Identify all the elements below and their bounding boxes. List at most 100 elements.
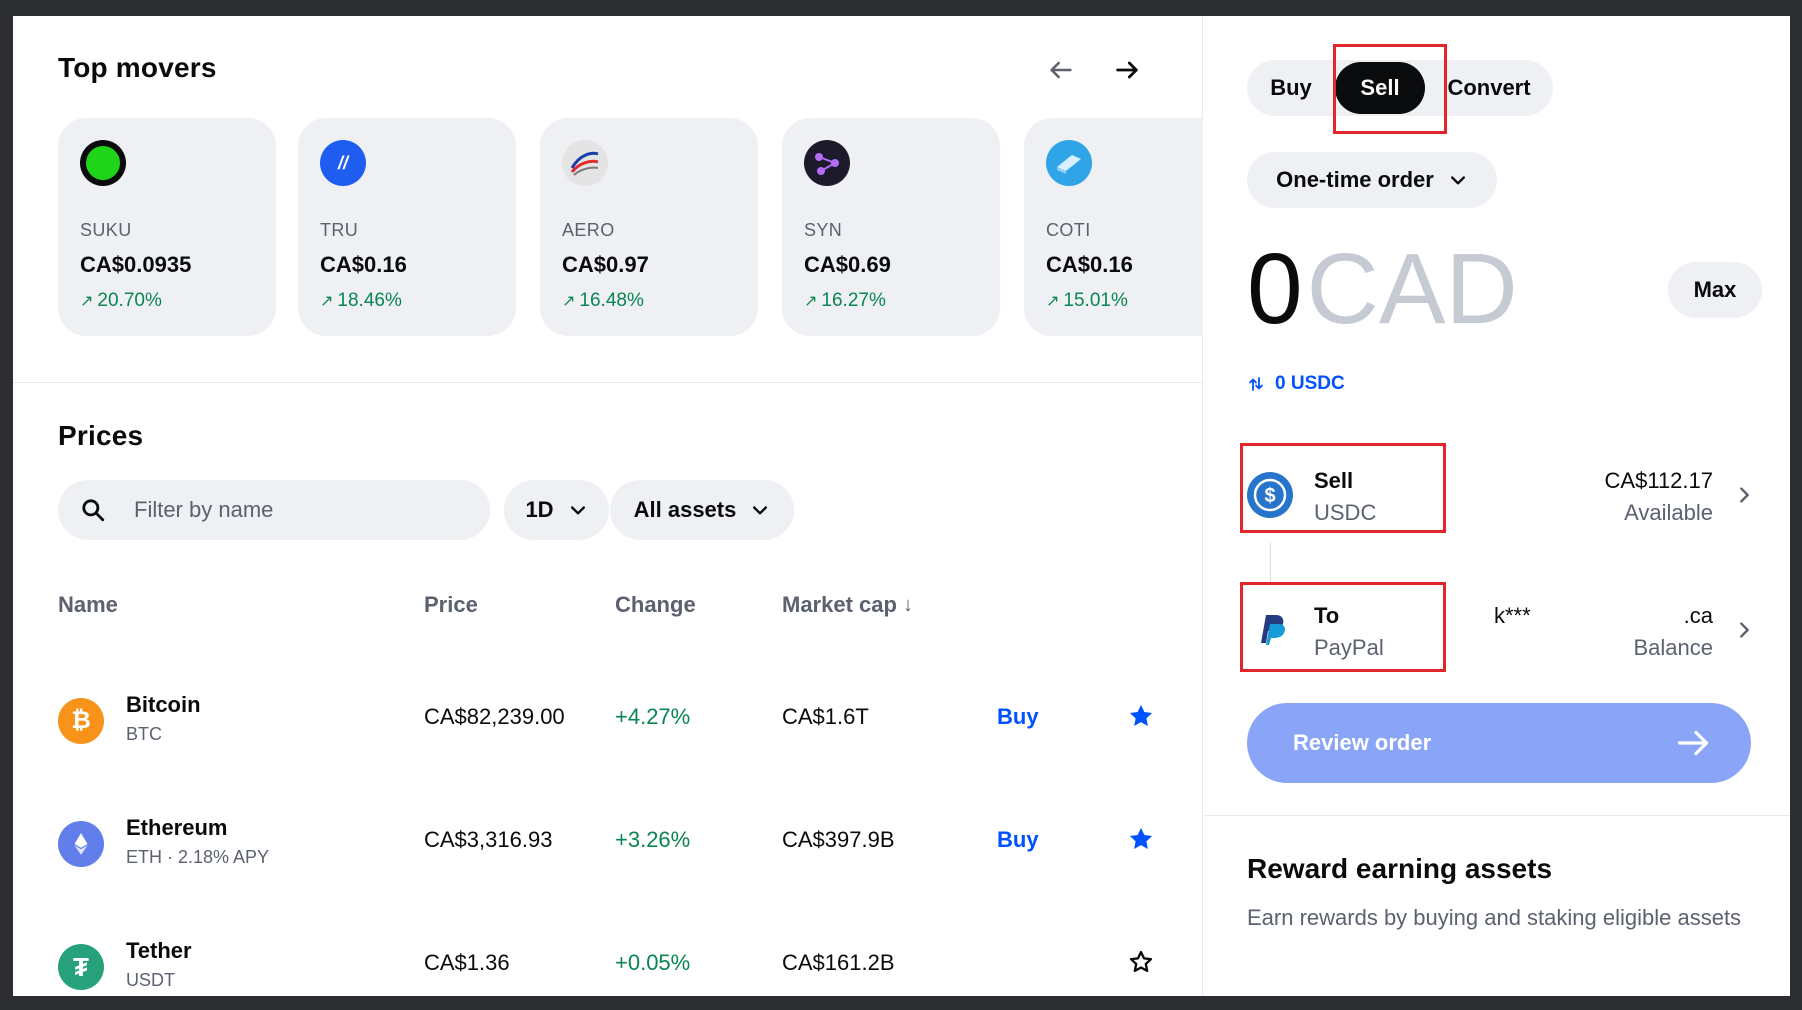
order-type-dropdown[interactable]: One-time order <box>1247 152 1497 208</box>
buy-link[interactable]: Buy <box>997 827 1039 853</box>
destination-account-masked: k*** <box>1494 603 1531 628</box>
svg-text:$: $ <box>1264 485 1275 507</box>
table-row[interactable]: Ethereum ETH · 2.18% APY CA$3,316.93 +3.… <box>13 781 1203 901</box>
trade-mode-toggle: Buy Sell Convert <box>1247 60 1553 116</box>
movers-next-button[interactable] <box>1107 50 1147 90</box>
mover-card[interactable]: SYN CA$0.69 ↗ 16.27% <box>782 118 1000 336</box>
asset-filter-dropdown[interactable]: All assets <box>610 480 794 540</box>
top-movers-title: Top movers <box>58 52 217 83</box>
asset-price: CA$1.36 <box>424 950 510 975</box>
sort-down-icon: ↓ <box>902 593 913 616</box>
mover-change-value: 16.48% <box>579 290 644 311</box>
chevron-down-icon <box>753 506 768 515</box>
search-input[interactable] <box>134 497 464 523</box>
mover-change-value: 16.27% <box>821 290 886 311</box>
timeframe-dropdown[interactable]: 1D <box>504 480 609 540</box>
mover-change: ↗ 20.70% <box>80 290 162 312</box>
chevron-down-icon <box>570 506 585 515</box>
amount-value: 0 <box>1247 233 1303 345</box>
asset-ticker: ETH · 2.18% APY <box>126 847 270 867</box>
star-filled-icon[interactable] <box>1127 702 1155 730</box>
tab-sell[interactable]: Sell <box>1335 62 1425 114</box>
connector-line <box>1270 543 1271 583</box>
asset-ticker: BTC <box>126 724 162 744</box>
star-filled-icon[interactable] <box>1127 825 1155 853</box>
column-header-change[interactable]: Change <box>615 592 696 618</box>
aero-coin-icon <box>562 140 608 186</box>
asset-name: Bitcoin <box>126 692 201 717</box>
mover-price: CA$0.97 <box>562 252 649 277</box>
review-order-button[interactable]: Review order <box>1247 703 1751 783</box>
destination-title: To <box>1314 603 1340 628</box>
asset-ticker: USDT <box>126 970 175 990</box>
rewards-title: Reward earning assets <box>1247 853 1553 884</box>
tab-buy[interactable]: Buy <box>1247 60 1335 116</box>
mover-card[interactable]: SUKU CA$0.0935 ↗ 20.70% <box>58 118 276 336</box>
suku-coin-icon <box>80 140 126 186</box>
mover-symbol: SUKU <box>80 220 132 240</box>
syn-coin-icon <box>804 140 850 186</box>
markets-pane: Top movers SUKU CA$0.0935 ↗ 20.70% // TRU… <box>13 16 1203 996</box>
section-divider <box>1204 815 1790 816</box>
amount-currency: CAD <box>1306 233 1518 345</box>
arrow-up-right-icon: ↗ <box>320 293 334 310</box>
mover-card[interactable]: // TRU CA$0.16 ↗ 18.46% <box>298 118 516 336</box>
asset-name: Ethereum <box>126 815 228 840</box>
column-header-name[interactable]: Name <box>58 592 118 618</box>
mover-symbol: SYN <box>804 220 843 240</box>
available-label: Available <box>1624 500 1713 525</box>
sell-asset-selector[interactable]: $ Sell USDC CA$112.17 Available <box>1247 452 1755 542</box>
coti-coin-icon <box>1046 140 1092 186</box>
table-row[interactable]: ₿ Bitcoin BTC CA$82,239.00 +4.27% CA$1.6… <box>13 658 1203 778</box>
mover-card[interactable]: AERO CA$0.97 ↗ 16.48% <box>540 118 758 336</box>
buy-link[interactable]: Buy <box>997 704 1039 730</box>
swap-arrows-icon <box>1249 377 1263 391</box>
tru-coin-icon: // <box>320 140 366 186</box>
table-row[interactable]: ₮ Tether USDT CA$1.36 +0.05% CA$161.2B <box>13 904 1203 996</box>
mover-change-value: 18.46% <box>337 290 402 311</box>
mover-card[interactable]: COTI CA$0.16 ↗ 15.01% <box>1024 118 1203 336</box>
column-header-price[interactable]: Price <box>424 592 478 618</box>
mover-symbol: TRU <box>320 220 359 240</box>
top-movers-carousel: SUKU CA$0.0935 ↗ 20.70% // TRU CA$0.16 ↗ 1… <box>58 118 1203 338</box>
amount-input[interactable]: 0 CAD <box>1247 234 1518 344</box>
rewards-description: Earn rewards by buying and staking eligi… <box>1247 905 1742 930</box>
arrow-right-icon <box>1677 730 1709 756</box>
mover-symbol: AERO <box>562 220 615 240</box>
max-button[interactable]: Max <box>1668 262 1762 318</box>
currency-switch-button[interactable]: 0 USDC <box>1247 373 1345 395</box>
asset-price: CA$3,316.93 <box>424 827 553 852</box>
chevron-right-icon <box>1740 622 1749 638</box>
usdc-coin-icon: $ <box>1247 472 1293 518</box>
mover-price: CA$0.0935 <box>80 252 192 277</box>
mover-price: CA$0.16 <box>320 252 407 277</box>
alt-amount: 0 USDC <box>1275 373 1345 394</box>
asset-market-cap: CA$161.2B <box>782 950 895 975</box>
asset-price: CA$82,239.00 <box>424 704 565 729</box>
star-outline-icon[interactable] <box>1127 948 1155 976</box>
asset-change: +4.27% <box>615 704 691 729</box>
tab-convert[interactable]: Convert <box>1425 60 1553 116</box>
available-amount: CA$112.17 <box>1604 468 1713 493</box>
mover-change-value: 20.70% <box>97 290 162 311</box>
search-box[interactable] <box>58 480 490 540</box>
timeframe-value: 1D <box>525 497 554 522</box>
tether-coin-icon: ₮ <box>58 944 104 990</box>
asset-market-cap: CA$397.9B <box>782 827 895 852</box>
arrow-up-right-icon: ↗ <box>562 293 576 310</box>
column-header-market-cap-label: Market cap <box>782 592 897 617</box>
order-type-value: One-time order <box>1276 167 1434 192</box>
mover-symbol: COTI <box>1046 220 1091 240</box>
asset-name: Tether <box>126 938 192 963</box>
mover-change-value: 15.01% <box>1063 290 1128 311</box>
column-header-market-cap[interactable]: Market cap ↓ <box>782 592 913 618</box>
mover-change: ↗ 16.27% <box>804 290 886 312</box>
asset-change: +3.26% <box>615 827 691 852</box>
asset-market-cap: CA$1.6T <box>782 704 869 729</box>
mover-change: ↗ 16.48% <box>562 290 644 312</box>
destination-selector[interactable]: To PayPal k*** .ca Balance <box>1247 587 1755 677</box>
movers-prev-button[interactable] <box>1041 50 1081 90</box>
search-icon <box>82 499 105 522</box>
arrow-left-icon <box>1050 61 1072 79</box>
asset-change: +0.05% <box>615 950 691 975</box>
